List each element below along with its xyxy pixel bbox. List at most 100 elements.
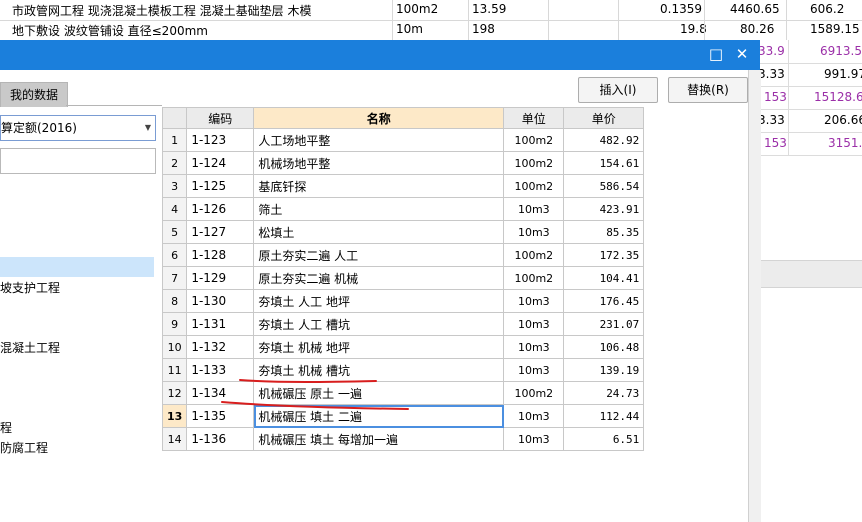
cell-unit[interactable]: 100m2 [503,174,565,198]
cell-name[interactable]: 基底钎探 [253,174,505,198]
row-index[interactable]: 14 [161,427,188,451]
cell-name[interactable]: 原土夯实二遍 人工 [253,243,505,267]
cell-code[interactable]: 1-126 [186,197,255,221]
cell-price[interactable]: 104.41 [563,266,645,290]
cell-unit[interactable]: 100m2 [503,381,565,405]
tree-item-selected[interactable] [0,257,154,277]
vertical-scrollbar[interactable] [748,70,761,522]
cell-price[interactable]: 154.61 [563,151,645,175]
cell-unit[interactable]: 10m3 [503,312,565,336]
cell-unit[interactable]: 10m3 [503,197,565,221]
row-index[interactable]: 7 [161,266,188,290]
cell-price[interactable]: 176.45 [563,289,645,313]
cell-code[interactable]: 1-129 [186,266,255,290]
sheet-row[interactable]: 市政管网工程 现浇混凝土模板工程 混凝土基础垫层 木模 100m2 13.59 … [0,0,862,21]
replace-button[interactable]: 替换(R) [668,77,748,103]
cell-code[interactable]: 1-132 [186,335,255,359]
cell-price[interactable]: 106.48 [563,335,645,359]
cell-price[interactable]: 172.35 [563,243,645,267]
cell-name[interactable]: 夯填土 人工 地坪 [253,289,505,313]
cell-code[interactable]: 1-125 [186,174,255,198]
row-index[interactable]: 1 [161,128,188,152]
cell-price[interactable]: 24.73 [563,381,645,405]
cell-code[interactable]: 1-130 [186,289,255,313]
row-index[interactable]: 12 [161,381,188,405]
table-row[interactable]: 1 1-123 人工场地平整 100m2 482.92 [161,128,645,152]
cell-unit[interactable]: 10m3 [503,335,565,359]
sheet-row[interactable]: 3.33 206.66 [748,109,862,133]
cell-price[interactable]: 482.92 [563,128,645,152]
insert-button[interactable]: 插入(I) [578,77,658,103]
cell-unit[interactable]: 10m3 [503,220,565,244]
cell-name[interactable]: 筛土 [253,197,505,221]
sheet-row[interactable]: 33.9 6913.57 [748,40,862,64]
table-row[interactable]: 2 1-124 机械场地平整 100m2 154.61 [161,151,645,175]
header-code[interactable]: 编码 [186,107,255,129]
chevron-down-icon[interactable]: ▼ [145,116,151,140]
sheet-row[interactable]: 3.33 991.97 [748,63,862,87]
sheet-row[interactable]: 153 3151.8 [748,132,862,156]
sheet-row[interactable]: 153 15128.64 [748,86,862,110]
table-row[interactable]: 3 1-125 基底钎探 100m2 586.54 [161,174,645,198]
cell-price[interactable]: 85.35 [563,220,645,244]
tree-item[interactable]: 防腐工程 [0,439,48,456]
tree-item[interactable]: 混凝土工程 [0,339,60,356]
close-icon[interactable]: ✕ [730,40,754,70]
cell-name[interactable]: 机械场地平整 [253,151,505,175]
cell-name[interactable]: 人工场地平整 [253,128,505,152]
cell-name[interactable]: 机械碾压 填土 每增加一遍 [253,427,505,451]
search-input[interactable] [0,148,156,174]
cell-unit[interactable]: 100m2 [503,243,565,267]
cell-price[interactable]: 6.51 [563,427,645,451]
row-index[interactable]: 10 [161,335,188,359]
cell-price[interactable]: 139.19 [563,358,645,382]
cell-code[interactable]: 1-136 [186,427,255,451]
row-index[interactable]: 4 [161,197,188,221]
sheet-row[interactable]: 地下敷设 波纹管铺设 直径≤200mm 10m 198 19.8 80.26 1… [0,20,862,41]
cell-code[interactable]: 1-124 [186,151,255,175]
cell-unit[interactable]: 100m2 [503,128,565,152]
row-index[interactable]: 2 [161,151,188,175]
row-index[interactable]: 3 [161,174,188,198]
quota-library-select[interactable]: 算定额(2016) ▼ [0,115,156,141]
cell-unit[interactable]: 100m2 [503,266,565,290]
cell-price[interactable]: 586.54 [563,174,645,198]
cell-price[interactable]: 231.07 [563,312,645,336]
tab-my-data[interactable]: 我的数据 [0,82,68,107]
cell-price[interactable]: 423.91 [563,197,645,221]
table-row[interactable]: 7 1-129 原土夯实二遍 机械 100m2 104.41 [161,266,645,290]
cell-code[interactable]: 1-131 [186,312,255,336]
cell-code[interactable]: 1-128 [186,243,255,267]
table-row[interactable]: 10 1-132 夯填土 机械 地坪 10m3 106.48 [161,335,645,359]
header-name[interactable]: 名称 [253,107,505,129]
table-row[interactable]: 8 1-130 夯填土 人工 地坪 10m3 176.45 [161,289,645,313]
table-row[interactable]: 9 1-131 夯填土 人工 槽坑 10m3 231.07 [161,312,645,336]
cell-code[interactable]: 1-127 [186,220,255,244]
row-index[interactable]: 9 [161,312,188,336]
dialog-titlebar[interactable]: □ ✕ [0,40,760,70]
cell-unit[interactable]: 10m3 [503,427,565,451]
table-row[interactable]: 4 1-126 筛土 10m3 423.91 [161,197,645,221]
cell-name[interactable]: 夯填土 人工 槽坑 [253,312,505,336]
row-index[interactable]: 13 [161,404,188,428]
row-index[interactable]: 11 [161,358,188,382]
tree-item[interactable]: 坡支护工程 [0,279,60,296]
header-unit[interactable]: 单位 [503,107,565,129]
cell-name[interactable]: 原土夯实二遍 机械 [253,266,505,290]
cell-name[interactable]: 松填土 [253,220,505,244]
cell-name[interactable]: 夯填土 机械 地坪 [253,335,505,359]
row-index[interactable]: 6 [161,243,188,267]
cell-unit[interactable]: 10m3 [503,404,565,428]
cell-unit[interactable]: 10m3 [503,289,565,313]
cell-code[interactable]: 1-123 [186,128,255,152]
header-price[interactable]: 单价 [563,107,645,129]
maximize-icon[interactable]: □ [704,40,728,70]
row-index[interactable]: 5 [161,220,188,244]
table-row[interactable]: 5 1-127 松填土 10m3 85.35 [161,220,645,244]
cell-price[interactable]: 112.44 [563,404,645,428]
row-index[interactable]: 8 [161,289,188,313]
table-row[interactable]: 14 1-136 机械碾压 填土 每增加一遍 10m3 6.51 [161,427,645,451]
cell-unit[interactable]: 10m3 [503,358,565,382]
tree-item[interactable]: 程 [0,419,12,436]
table-row[interactable]: 6 1-128 原土夯实二遍 人工 100m2 172.35 [161,243,645,267]
